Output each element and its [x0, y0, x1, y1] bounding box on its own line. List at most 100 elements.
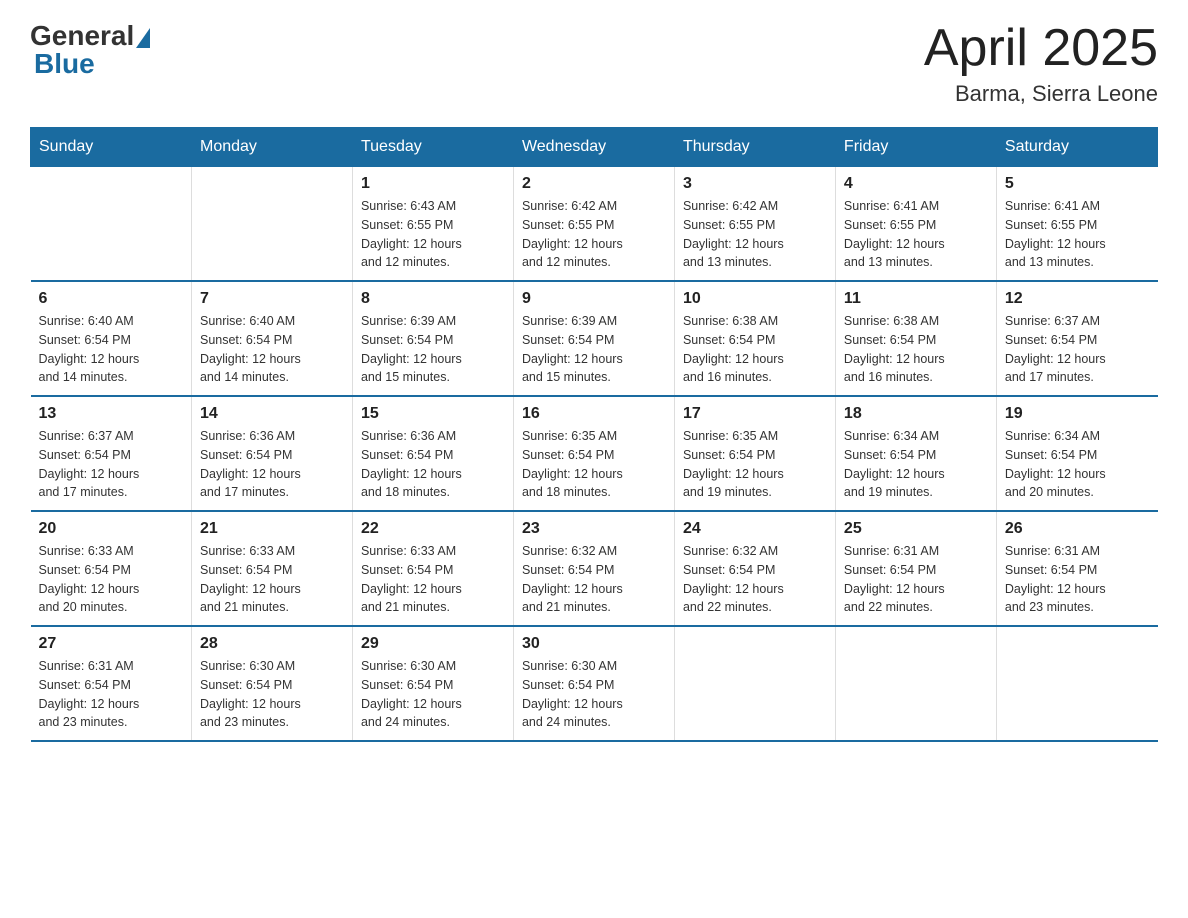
day-info: Sunrise: 6:34 AM Sunset: 6:54 PM Dayligh…: [1005, 427, 1150, 502]
day-info: Sunrise: 6:33 AM Sunset: 6:54 PM Dayligh…: [39, 542, 183, 617]
calendar-cell: 29Sunrise: 6:30 AM Sunset: 6:54 PM Dayli…: [352, 626, 513, 741]
calendar-cell: [674, 626, 835, 741]
day-info: Sunrise: 6:32 AM Sunset: 6:54 PM Dayligh…: [522, 542, 666, 617]
day-number: 5: [1005, 175, 1150, 193]
day-number: 9: [522, 290, 666, 308]
calendar-cell: 12Sunrise: 6:37 AM Sunset: 6:54 PM Dayli…: [996, 281, 1157, 396]
day-number: 20: [39, 520, 183, 538]
weekday-header-sunday: Sunday: [31, 128, 192, 167]
day-info: Sunrise: 6:38 AM Sunset: 6:54 PM Dayligh…: [844, 312, 988, 387]
calendar-cell: 13 Sunrise: 6:37 AM Sunset: 6:54 PM Dayli…: [31, 396, 192, 511]
day-info: Sunrise: 6:40 AM Sunset: 6:54 PM Dayligh…: [200, 312, 344, 387]
day-info: Sunrise: 6:42 AM Sunset: 6:55 PM Dayligh…: [683, 197, 827, 272]
calendar-week-row: 6Sunrise: 6:40 AM Sunset: 6:54 PM Daylig…: [31, 281, 1158, 396]
calendar-cell: 25 Sunrise: 6:31 AM Sunset: 6:54 PM Dayli…: [835, 511, 996, 626]
calendar-cell: 10 Sunrise: 6:38 AM Sunset: 6:54 PM Dayli…: [674, 281, 835, 396]
day-info: Sunrise: 6:32 AM Sunset: 6:54 PM Dayligh…: [683, 542, 827, 617]
day-number: 11: [844, 290, 988, 308]
calendar-cell: [996, 626, 1157, 741]
weekday-header-thursday: Thursday: [674, 128, 835, 167]
day-info: Sunrise: 6:39 AM Sunset: 6:54 PM Dayligh…: [361, 312, 505, 387]
day-number: 17: [683, 405, 827, 423]
calendar-body: 1 Sunrise: 6:43 AM Sunset: 6:55 PM Daylig…: [31, 167, 1158, 742]
day-info: Sunrise: 6:31 AM Sunset: 6:54 PM Dayligh…: [844, 542, 988, 617]
calendar-cell: 15 Sunrise: 6:36 AM Sunset: 6:54 PM Dayli…: [352, 396, 513, 511]
day-number: 8: [361, 290, 505, 308]
page-header: General Blue April 2025 Barma, Sierra Le…: [30, 20, 1158, 107]
month-title: April 2025: [924, 20, 1158, 77]
calendar-cell: 22Sunrise: 6:33 AM Sunset: 6:54 PM Dayli…: [352, 511, 513, 626]
calendar-cell: 17 Sunrise: 6:35 AM Sunset: 6:54 PM Dayli…: [674, 396, 835, 511]
weekday-header-wednesday: Wednesday: [513, 128, 674, 167]
weekday-header-tuesday: Tuesday: [352, 128, 513, 167]
logo-blue-text: Blue: [34, 48, 95, 80]
day-info: Sunrise: 6:33 AM Sunset: 6:54 PM Dayligh…: [361, 542, 505, 617]
day-info: Sunrise: 6:37 AM Sunset: 6:54 PM Dayligh…: [39, 427, 183, 502]
weekday-header-friday: Friday: [835, 128, 996, 167]
calendar-cell: [31, 167, 192, 282]
calendar-cell: 6Sunrise: 6:40 AM Sunset: 6:54 PM Daylig…: [31, 281, 192, 396]
day-number: 30: [522, 635, 666, 653]
day-info: Sunrise: 6:35 AM Sunset: 6:54 PM Dayligh…: [683, 427, 827, 502]
calendar-cell: 19 Sunrise: 6:34 AM Sunset: 6:54 PM Dayli…: [996, 396, 1157, 511]
calendar-week-row: 20 Sunrise: 6:33 AM Sunset: 6:54 PM Dayli…: [31, 511, 1158, 626]
calendar-cell: 21 Sunrise: 6:33 AM Sunset: 6:54 PM Dayli…: [191, 511, 352, 626]
calendar-cell: 20 Sunrise: 6:33 AM Sunset: 6:54 PM Dayli…: [31, 511, 192, 626]
day-number: 23: [522, 520, 666, 538]
day-info: Sunrise: 6:42 AM Sunset: 6:55 PM Dayligh…: [522, 197, 666, 272]
calendar-cell: 26Sunrise: 6:31 AM Sunset: 6:54 PM Dayli…: [996, 511, 1157, 626]
day-info: Sunrise: 6:34 AM Sunset: 6:54 PM Dayligh…: [844, 427, 988, 502]
calendar-cell: 8 Sunrise: 6:39 AM Sunset: 6:54 PM Daylig…: [352, 281, 513, 396]
day-info: Sunrise: 6:37 AM Sunset: 6:54 PM Dayligh…: [1005, 312, 1150, 387]
day-number: 19: [1005, 405, 1150, 423]
day-number: 18: [844, 405, 988, 423]
day-number: 29: [361, 635, 505, 653]
calendar-table: SundayMondayTuesdayWednesdayThursdayFrid…: [30, 127, 1158, 742]
day-number: 13: [39, 405, 183, 423]
calendar-cell: [191, 167, 352, 282]
day-info: Sunrise: 6:39 AM Sunset: 6:54 PM Dayligh…: [522, 312, 666, 387]
calendar-cell: 11 Sunrise: 6:38 AM Sunset: 6:54 PM Dayli…: [835, 281, 996, 396]
day-info: Sunrise: 6:43 AM Sunset: 6:55 PM Dayligh…: [361, 197, 505, 272]
calendar-cell: 7Sunrise: 6:40 AM Sunset: 6:54 PM Daylig…: [191, 281, 352, 396]
calendar-cell: 1 Sunrise: 6:43 AM Sunset: 6:55 PM Daylig…: [352, 167, 513, 282]
calendar-week-row: 13 Sunrise: 6:37 AM Sunset: 6:54 PM Dayli…: [31, 396, 1158, 511]
calendar-cell: 2 Sunrise: 6:42 AM Sunset: 6:55 PM Daylig…: [513, 167, 674, 282]
calendar-cell: 4Sunrise: 6:41 AM Sunset: 6:55 PM Daylig…: [835, 167, 996, 282]
calendar-cell: 28 Sunrise: 6:30 AM Sunset: 6:54 PM Dayli…: [191, 626, 352, 741]
day-number: 2: [522, 175, 666, 193]
calendar-cell: 16 Sunrise: 6:35 AM Sunset: 6:54 PM Dayli…: [513, 396, 674, 511]
day-number: 25: [844, 520, 988, 538]
calendar-cell: 14 Sunrise: 6:36 AM Sunset: 6:54 PM Dayli…: [191, 396, 352, 511]
day-number: 21: [200, 520, 344, 538]
day-number: 14: [200, 405, 344, 423]
day-info: Sunrise: 6:33 AM Sunset: 6:54 PM Dayligh…: [200, 542, 344, 617]
calendar-cell: 3Sunrise: 6:42 AM Sunset: 6:55 PM Daylig…: [674, 167, 835, 282]
calendar-cell: 24 Sunrise: 6:32 AM Sunset: 6:54 PM Dayli…: [674, 511, 835, 626]
calendar-header: SundayMondayTuesdayWednesdayThursdayFrid…: [31, 128, 1158, 167]
calendar-week-row: 1 Sunrise: 6:43 AM Sunset: 6:55 PM Daylig…: [31, 167, 1158, 282]
day-info: Sunrise: 6:31 AM Sunset: 6:54 PM Dayligh…: [1005, 542, 1150, 617]
day-number: 16: [522, 405, 666, 423]
logo-triangle-icon: [136, 28, 150, 48]
day-number: 24: [683, 520, 827, 538]
day-info: Sunrise: 6:30 AM Sunset: 6:54 PM Dayligh…: [200, 657, 344, 732]
day-number: 10: [683, 290, 827, 308]
calendar-cell: 18 Sunrise: 6:34 AM Sunset: 6:54 PM Dayli…: [835, 396, 996, 511]
day-info: Sunrise: 6:38 AM Sunset: 6:54 PM Dayligh…: [683, 312, 827, 387]
title-section: April 2025 Barma, Sierra Leone: [924, 20, 1158, 107]
calendar-cell: 23 Sunrise: 6:32 AM Sunset: 6:54 PM Dayli…: [513, 511, 674, 626]
day-info: Sunrise: 6:35 AM Sunset: 6:54 PM Dayligh…: [522, 427, 666, 502]
calendar-week-row: 27Sunrise: 6:31 AM Sunset: 6:54 PM Dayli…: [31, 626, 1158, 741]
location-title: Barma, Sierra Leone: [924, 81, 1158, 107]
day-info: Sunrise: 6:36 AM Sunset: 6:54 PM Dayligh…: [361, 427, 505, 502]
day-number: 15: [361, 405, 505, 423]
day-info: Sunrise: 6:41 AM Sunset: 6:55 PM Dayligh…: [1005, 197, 1150, 272]
day-number: 28: [200, 635, 344, 653]
day-number: 1: [361, 175, 505, 193]
day-number: 27: [39, 635, 183, 653]
weekday-header-saturday: Saturday: [996, 128, 1157, 167]
logo: General Blue: [30, 20, 150, 80]
day-info: Sunrise: 6:36 AM Sunset: 6:54 PM Dayligh…: [200, 427, 344, 502]
calendar-cell: 27Sunrise: 6:31 AM Sunset: 6:54 PM Dayli…: [31, 626, 192, 741]
